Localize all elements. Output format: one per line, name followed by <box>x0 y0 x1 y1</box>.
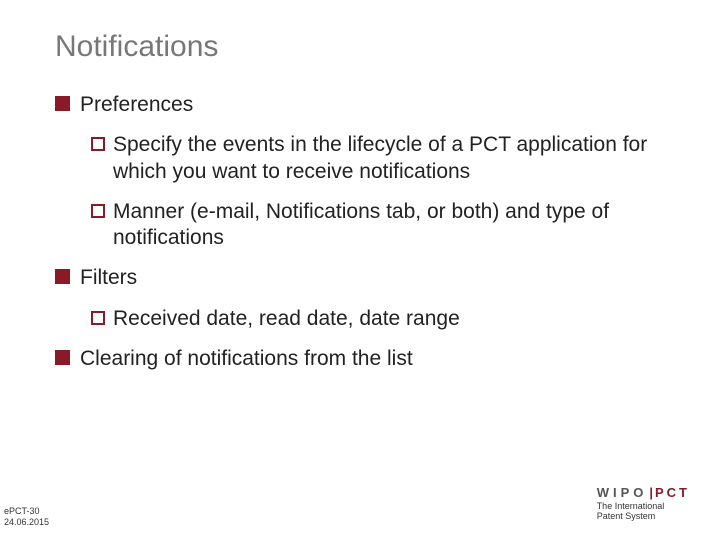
square-filled-icon <box>55 350 70 365</box>
sub-bullet: Specify the events in the lifecycle of a… <box>91 132 665 185</box>
sub-bullet-text: Manner (e-mail, Notifications tab, or bo… <box>113 199 653 252</box>
sub-bullet: Manner (e-mail, Notifications tab, or bo… <box>91 199 665 252</box>
square-outline-icon <box>91 137 105 151</box>
sub-bullet-text: Received date, read date, date range <box>113 306 460 332</box>
bullet-filters: Filters <box>55 265 665 291</box>
page-title: Notifications <box>55 30 665 64</box>
footer-left: ePCT-30 24.06.2015 <box>4 506 49 528</box>
square-filled-icon <box>55 96 70 111</box>
brand-separator-icon: | <box>649 485 653 500</box>
bullet-label: Clearing of notifications from the list <box>80 346 413 372</box>
square-outline-icon <box>91 204 105 218</box>
sub-bullet-text: Specify the events in the lifecycle of a… <box>113 132 653 185</box>
brand-wipo: WIPO <box>597 485 648 500</box>
slide-date: 24.06.2015 <box>4 517 49 528</box>
brand-tagline: The International Patent System <box>597 502 690 522</box>
bullet-label: Preferences <box>80 92 193 118</box>
sub-bullet: Received date, read date, date range <box>91 306 665 332</box>
tagline-line: Patent System <box>597 512 690 522</box>
brand-pct: PCT <box>655 485 690 500</box>
footer-right: WIPO|PCT The International Patent System <box>597 485 690 522</box>
square-outline-icon <box>91 311 105 325</box>
bullet-label: Filters <box>80 265 137 291</box>
bullet-clearing: Clearing of notifications from the list <box>55 346 665 372</box>
slide: Notifications Preferences Specify the ev… <box>0 0 720 540</box>
slide-code: ePCT-30 <box>4 506 49 517</box>
brand-logo: WIPO|PCT <box>597 485 690 500</box>
bullet-preferences: Preferences <box>55 92 665 118</box>
square-filled-icon <box>55 269 70 284</box>
